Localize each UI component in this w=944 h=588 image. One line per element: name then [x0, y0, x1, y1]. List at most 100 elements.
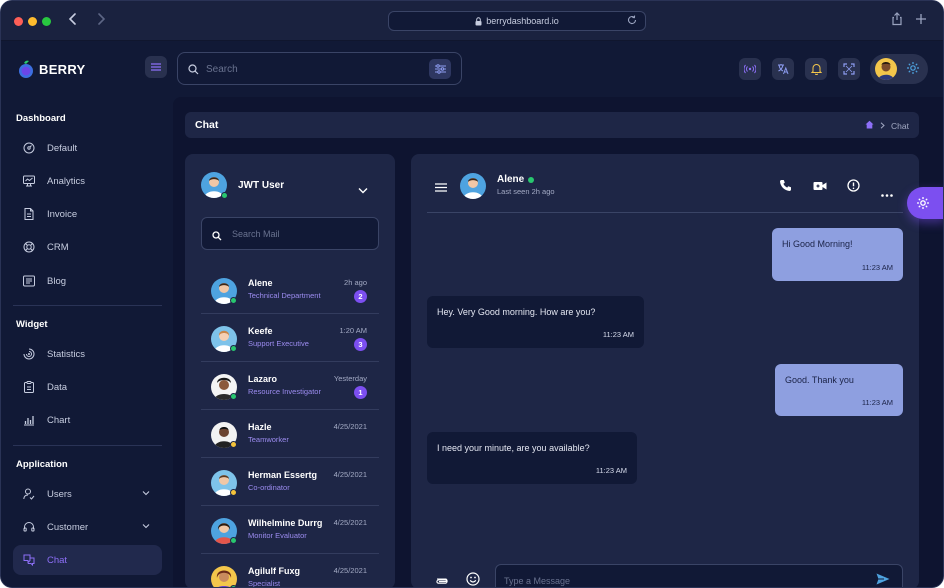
user-list-item[interactable]: Herman Essertg Co-ordinator 4/25/2021	[201, 458, 379, 506]
chevron-down-icon	[142, 521, 150, 532]
message-time: 11:23 AM	[595, 466, 627, 475]
message-bubble-outgoing: Hi Good Morning! 11:23 AM	[772, 228, 903, 281]
user-list-item[interactable]: Agilulf Fuxg Specialist 4/25/2021	[201, 554, 379, 587]
sidebar-item-label: Blog	[47, 275, 67, 287]
lock-icon	[475, 16, 482, 25]
user-role: Technical Department	[248, 291, 321, 300]
send-button[interactable]	[876, 572, 890, 587]
last-message-time: 2h ago	[344, 278, 367, 287]
chat-menu-button[interactable]	[435, 179, 447, 197]
reload-icon[interactable]	[627, 15, 637, 28]
breadcrumb-current: Chat	[891, 120, 909, 131]
customize-settings-button[interactable]	[907, 187, 943, 219]
user-name: Alene	[248, 278, 273, 288]
device-analytics-icon	[23, 175, 35, 187]
message-text: I need your minute, are you available?	[437, 443, 590, 453]
sidebar-item-users[interactable]: Users	[13, 479, 162, 509]
user-role: Resource Investigator	[248, 387, 321, 396]
fullscreen-button[interactable]	[838, 58, 860, 80]
unread-count-badge: 1	[354, 386, 367, 399]
user-list-item[interactable]: Hazle Teamworker 4/25/2021	[201, 410, 379, 458]
breadcrumb-separator-icon	[880, 121, 885, 131]
online-status-dot	[230, 393, 237, 400]
online-status-dot	[221, 192, 228, 199]
emoji-button[interactable]	[466, 572, 480, 587]
search-icon	[212, 228, 222, 246]
bell-icon	[810, 64, 822, 75]
attach-button[interactable]	[435, 573, 450, 587]
sidebar-item-data[interactable]: Data	[13, 372, 162, 402]
menu-toggle-button[interactable]	[145, 56, 167, 78]
paperclip-icon	[436, 578, 448, 584]
back-arrow-icon[interactable]	[65, 12, 81, 30]
sidebar-item-label: Statistics	[47, 348, 86, 360]
browser-chrome: berrydashboard.io	[1, 1, 943, 41]
away-status-dot	[230, 441, 237, 448]
app-window: berrydashboard.io BERRY Search Dashboard…	[0, 0, 944, 588]
sidebar-divider	[13, 305, 162, 306]
message-text: Hey. Very Good morning. How are you?	[437, 307, 596, 317]
user-check-icon	[23, 488, 35, 500]
user-role: Support Executive	[248, 339, 309, 348]
sidebar-item-chart[interactable]: Chart	[13, 405, 162, 435]
notifications-button[interactable]	[805, 58, 827, 80]
home-icon[interactable]	[865, 120, 874, 131]
share-icon[interactable]	[891, 12, 903, 29]
user-role: Monitor Evaluator	[248, 531, 307, 540]
search-filter-button[interactable]	[429, 59, 451, 79]
sidebar-item-crm[interactable]: CRM	[13, 232, 162, 262]
mail-search-input[interactable]	[232, 227, 372, 241]
message-bubble-outgoing: Good. Thank you 11:23 AM	[775, 364, 903, 416]
sidebar-item-statistics[interactable]: Statistics	[13, 339, 162, 369]
info-button[interactable]	[847, 179, 860, 197]
chat-conversation-panel: Alene Last seen 2h ago Hi Good Morning! …	[411, 154, 919, 587]
user-role: Teamworker	[248, 435, 289, 444]
avatar	[211, 374, 237, 400]
sidebar-item-blog[interactable]: Blog	[13, 266, 162, 296]
sidebar-item-default[interactable]: Default	[13, 133, 162, 163]
more-options-button[interactable]	[881, 184, 893, 202]
new-tab-icon[interactable]	[915, 12, 927, 28]
chart-arcs-icon	[23, 348, 35, 360]
brand-logo[interactable]: BERRY	[17, 59, 86, 79]
sidebar-item-label: Invoice	[47, 208, 78, 220]
live-button[interactable]	[739, 58, 761, 80]
user-list-item[interactable]: Lazaro Resource Investigator Yesterday 1	[201, 362, 379, 410]
brand-name: BERRY	[39, 61, 86, 77]
avatar	[211, 326, 237, 352]
avatar	[875, 58, 897, 80]
user-list-item[interactable]: Keefe Support Executive 1:20 AM 3	[201, 314, 379, 362]
address-bar[interactable]: berrydashboard.io	[388, 11, 646, 31]
unread-count-badge: 2	[354, 290, 367, 303]
message-input[interactable]	[504, 574, 844, 587]
user-list-item[interactable]: Wilhelmine Durrg Monitor Evaluator 4/25/…	[201, 506, 379, 554]
language-button[interactable]	[772, 58, 794, 80]
sidebar-item-label: Users	[47, 488, 72, 500]
sidebar-item-analytics[interactable]: Analytics	[13, 166, 162, 196]
sidebar-item-chat[interactable]: Chat	[13, 545, 162, 575]
profile-menu-button[interactable]	[870, 54, 928, 84]
chevron-down-icon[interactable]	[358, 181, 368, 199]
sidebar-divider	[13, 445, 162, 446]
adjustments-icon	[434, 64, 446, 74]
maximize-window-button[interactable]	[42, 17, 51, 26]
chat-users-panel: JWT User Alene Technical Department 2h a…	[185, 154, 395, 587]
user-list-item[interactable]: Alene Technical Department 2h ago 2	[201, 266, 379, 314]
maximize-icon	[843, 63, 855, 75]
last-message-time: 1:20 AM	[339, 326, 367, 335]
search-input[interactable]	[206, 61, 406, 77]
sidebar-item-label: Customer	[47, 521, 89, 533]
messages-icon	[23, 554, 35, 566]
more-horizontal-icon	[881, 194, 893, 197]
chat-header-divider	[427, 212, 903, 213]
close-window-button[interactable]	[14, 17, 23, 26]
sidebar-item-invoice[interactable]: Invoice	[13, 199, 162, 229]
menu-icon	[151, 63, 161, 71]
forward-arrow-icon[interactable]	[93, 12, 109, 30]
call-button[interactable]	[779, 179, 792, 197]
sidebar-item-customer[interactable]: Customer	[13, 512, 162, 542]
headset-icon	[23, 522, 35, 532]
video-call-button[interactable]	[813, 179, 827, 197]
search-icon	[188, 62, 199, 80]
minimize-window-button[interactable]	[28, 17, 37, 26]
